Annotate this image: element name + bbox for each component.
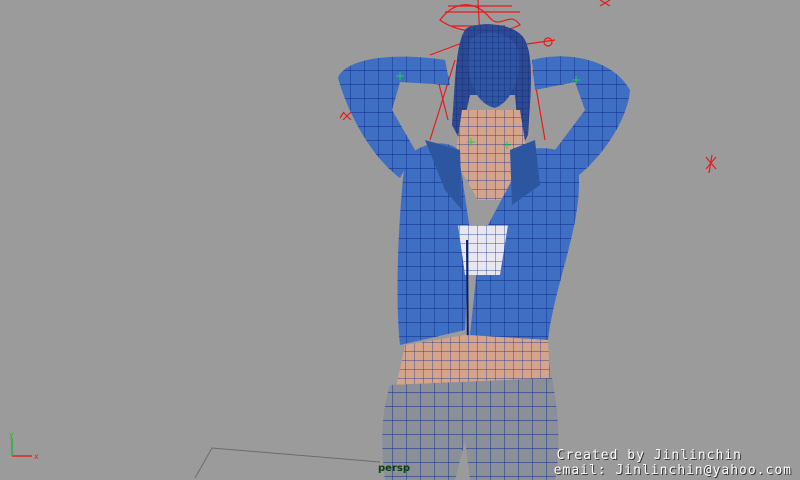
axis-y-label: y <box>9 432 14 439</box>
3d-viewport[interactable]: x y persp Created by Jinlinchin email: J… <box>0 0 800 480</box>
credit-email: email: Jinlinchin@yahoo.com <box>553 463 792 478</box>
axis-x-label: x <box>34 452 39 461</box>
credit-author: Created by Jinlinchin <box>556 448 742 463</box>
camera-label: persp <box>378 463 410 474</box>
axis-gizmo: x y <box>9 432 39 461</box>
character-model[interactable] <box>338 24 630 480</box>
scene-canvas[interactable] <box>0 0 800 480</box>
ground-grid <box>194 447 381 479</box>
